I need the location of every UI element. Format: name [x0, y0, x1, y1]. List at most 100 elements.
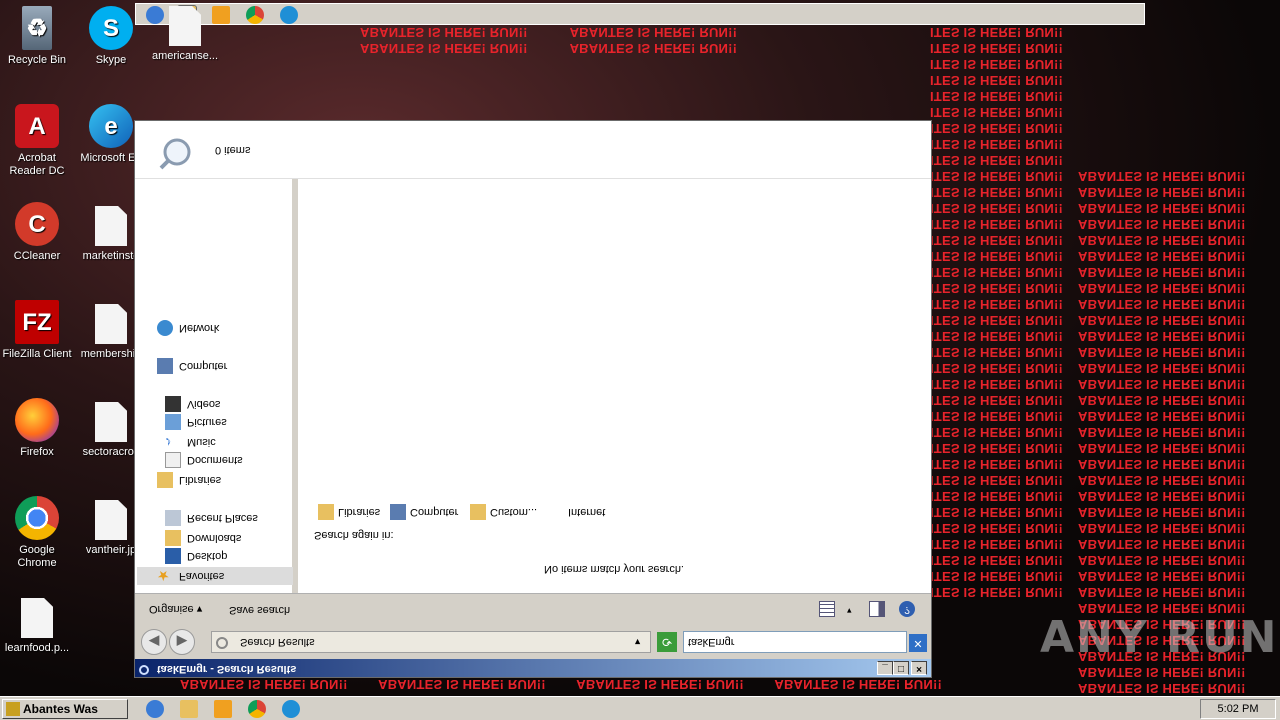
- views-icon[interactable]: [819, 601, 835, 617]
- nav-label: Computer: [179, 360, 228, 372]
- save-search-button[interactable]: Save search: [229, 604, 290, 616]
- search-again-internet[interactable]: Internet: [548, 503, 605, 521]
- nav-item-favorites[interactable]: ★ Favorites: [137, 567, 293, 585]
- desktop-icon-label: Google Chrome: [17, 544, 57, 569]
- nav-label: Music: [187, 436, 216, 448]
- nav-item-recent-places[interactable]: Recent Places: [165, 509, 258, 527]
- wallpaper-banner-line: ITES IS HERE! RUN!!: [930, 217, 1064, 232]
- desktop-icon-firefox[interactable]: Firefox: [0, 398, 74, 459]
- wallpaper-banner-line: ABANTES IS HERE! RUN!!: [1078, 265, 1246, 280]
- address-bar[interactable]: Search Results ▼: [211, 631, 651, 653]
- nav-item-libraries[interactable]: Libraries: [157, 471, 221, 489]
- nav-item-desktop[interactable]: Desktop: [165, 547, 227, 565]
- views-dropdown-icon[interactable]: ▾: [847, 605, 852, 616]
- wallpaper-banner-line: ABANTES IS HERE! RUN!!: [1078, 521, 1246, 536]
- refresh-button[interactable]: ⟳: [657, 632, 677, 652]
- preview-pane-icon[interactable]: [869, 601, 885, 617]
- desktop-icon-recycle-bin[interactable]: ♻ Recycle Bin: [0, 6, 74, 67]
- wallpaper-banner-line: ITES IS HERE! RUN!!: [930, 457, 1064, 472]
- taskbar: Abantes Was Here 5:02 PM: [0, 696, 1280, 720]
- recent-places-icon: [165, 510, 181, 526]
- nav-item-pictures[interactable]: Pictures: [165, 413, 227, 431]
- forward-button[interactable]: ▶: [169, 629, 195, 655]
- wallpaper-banner-line: ABANTES IS HERE! RUN!!: [1078, 409, 1246, 424]
- minimize-button[interactable]: _: [877, 661, 893, 675]
- search-again-custom[interactable]: Custom...: [470, 503, 537, 521]
- wallpaper-banner-line: ITES IS HERE! RUN!!: [930, 569, 1064, 584]
- wallpaper-banner-line: ITES IS HERE! RUN!!: [930, 57, 1064, 72]
- clear-search-button[interactable]: ✕: [909, 634, 927, 652]
- clock[interactable]: 5:02 PM: [1200, 699, 1276, 719]
- network-icon: [157, 320, 173, 336]
- desktop-icon-ccleaner[interactable]: C CCleaner: [0, 202, 74, 263]
- maximize-button[interactable]: □: [893, 661, 909, 675]
- window-titlebar[interactable]: taskEmgr - Search Results _ □ ×: [135, 659, 931, 677]
- desktop-icon-label: americanse...: [151, 50, 219, 62]
- nav-item-videos[interactable]: Videos: [165, 395, 220, 413]
- document-icon: [95, 500, 127, 540]
- chrome-icon[interactable]: [246, 6, 264, 24]
- desktop-icon-chrome[interactable]: Google Chrome: [0, 496, 74, 570]
- ie-icon[interactable]: [146, 700, 164, 718]
- explorer-window[interactable]: taskEmgr - Search Results _ □ × ◀ ▶ Sear…: [134, 120, 932, 678]
- wallpaper-banner-line: ITES IS HERE! RUN!!: [930, 137, 1064, 152]
- nav-label: Videos: [187, 398, 221, 410]
- help-icon[interactable]: ?: [899, 601, 915, 617]
- desktop-icon-americanse[interactable]: americanse...: [148, 6, 222, 63]
- wallpaper-banner-line: ABANTES IS HERE! RUN!!: [1078, 185, 1246, 200]
- close-button[interactable]: ×: [911, 661, 927, 675]
- back-button[interactable]: ◀: [141, 629, 167, 655]
- downloads-folder-icon: [165, 530, 181, 546]
- wallpaper-banner-line: ABANTES IS HERE! RUN!!: [1078, 361, 1246, 376]
- wallpaper-banner-line: ABANTES IS HERE! RUN!!: [1078, 393, 1246, 408]
- wallpaper-banner-line: ABANTES IS HERE! RUN!!: [1078, 489, 1246, 504]
- search-again-computer[interactable]: Computer: [390, 503, 458, 521]
- flipped-taskbar-top: [135, 3, 1145, 25]
- anyrun-watermark: ANY RUN: [1040, 612, 1279, 663]
- media-player-icon[interactable]: [214, 700, 232, 718]
- desktop-icon-learnfood[interactable]: learnfood.p...: [0, 598, 74, 655]
- chrome-icon[interactable]: [248, 700, 266, 718]
- document-icon: [21, 598, 53, 638]
- libraries-icon: [318, 504, 334, 520]
- start-button[interactable]: Abantes Was Here: [2, 699, 128, 719]
- organise-button[interactable]: Organise ▾: [149, 603, 202, 616]
- libraries-icon: [157, 472, 173, 488]
- nav-item-documents[interactable]: Documents: [165, 451, 243, 469]
- wallpaper-banner-line: ABANTES IS HERE! RUN!!: [1078, 217, 1246, 232]
- videos-icon: [165, 396, 181, 412]
- nav-label: Documents: [187, 454, 243, 466]
- search-again-label: Search again in:: [314, 529, 394, 541]
- edge-icon[interactable]: [282, 700, 300, 718]
- documents-icon: [165, 452, 181, 468]
- search-again-libraries[interactable]: Libraries: [318, 503, 380, 521]
- wallpaper-banner-line: ITES IS HERE! RUN!!: [930, 473, 1064, 488]
- wallpaper-banner-line: ITES IS HERE! RUN!!: [930, 105, 1064, 120]
- wallpaper-banner-line: ABANTES IS HERE! RUN!!: [1078, 665, 1246, 680]
- desktop-icon-acrobat[interactable]: A Acrobat Reader DC: [0, 104, 74, 178]
- wallpaper-banner-line: ABANTES IS HERE! RUN!!: [1078, 569, 1246, 584]
- chevron-down-icon[interactable]: ▼: [633, 632, 642, 652]
- nav-item-downloads[interactable]: Downloads: [165, 529, 241, 547]
- computer-icon: [157, 358, 173, 374]
- edge-icon[interactable]: [280, 6, 298, 24]
- item-count: 0 items: [215, 144, 251, 156]
- nav-item-music[interactable]: ♪ Music: [165, 433, 216, 451]
- no-results-message: No items match your search.: [544, 563, 684, 575]
- desktop-icon-skype[interactable]: S Skype: [74, 6, 148, 67]
- explorer-icon[interactable]: [180, 700, 198, 718]
- nav-item-computer[interactable]: Computer: [157, 357, 227, 375]
- document-icon: [95, 206, 127, 246]
- wallpaper-banner-line: ABANTES IS HERE! RUN!!: [1078, 473, 1246, 488]
- desktop-icon-filezilla[interactable]: FZ FileZilla Client: [0, 300, 74, 361]
- wallpaper-banner-line: ITES IS HERE! RUN!!: [930, 377, 1064, 392]
- wallpaper-banner-line: ABANTES IS HERE! RUN!!: [1078, 297, 1246, 312]
- nav-item-network[interactable]: Network: [157, 319, 219, 337]
- search-input[interactable]: taskEmgr: [683, 631, 907, 653]
- wallpaper-banner-line: ITES IS HERE! RUN!!: [930, 441, 1064, 456]
- window-title: taskEmgr - Search Results: [157, 663, 297, 675]
- desktop-icon-label: Skype: [95, 54, 127, 66]
- wallpaper-banner-column-a: ITES IS HERE! RUN!! ITES IS HERE! RUN!! IT…: [930, 24, 1063, 600]
- breadcrumb[interactable]: Search Results: [240, 636, 315, 648]
- wallpaper-banner-line: ITES IS HERE! RUN!!: [930, 25, 1064, 40]
